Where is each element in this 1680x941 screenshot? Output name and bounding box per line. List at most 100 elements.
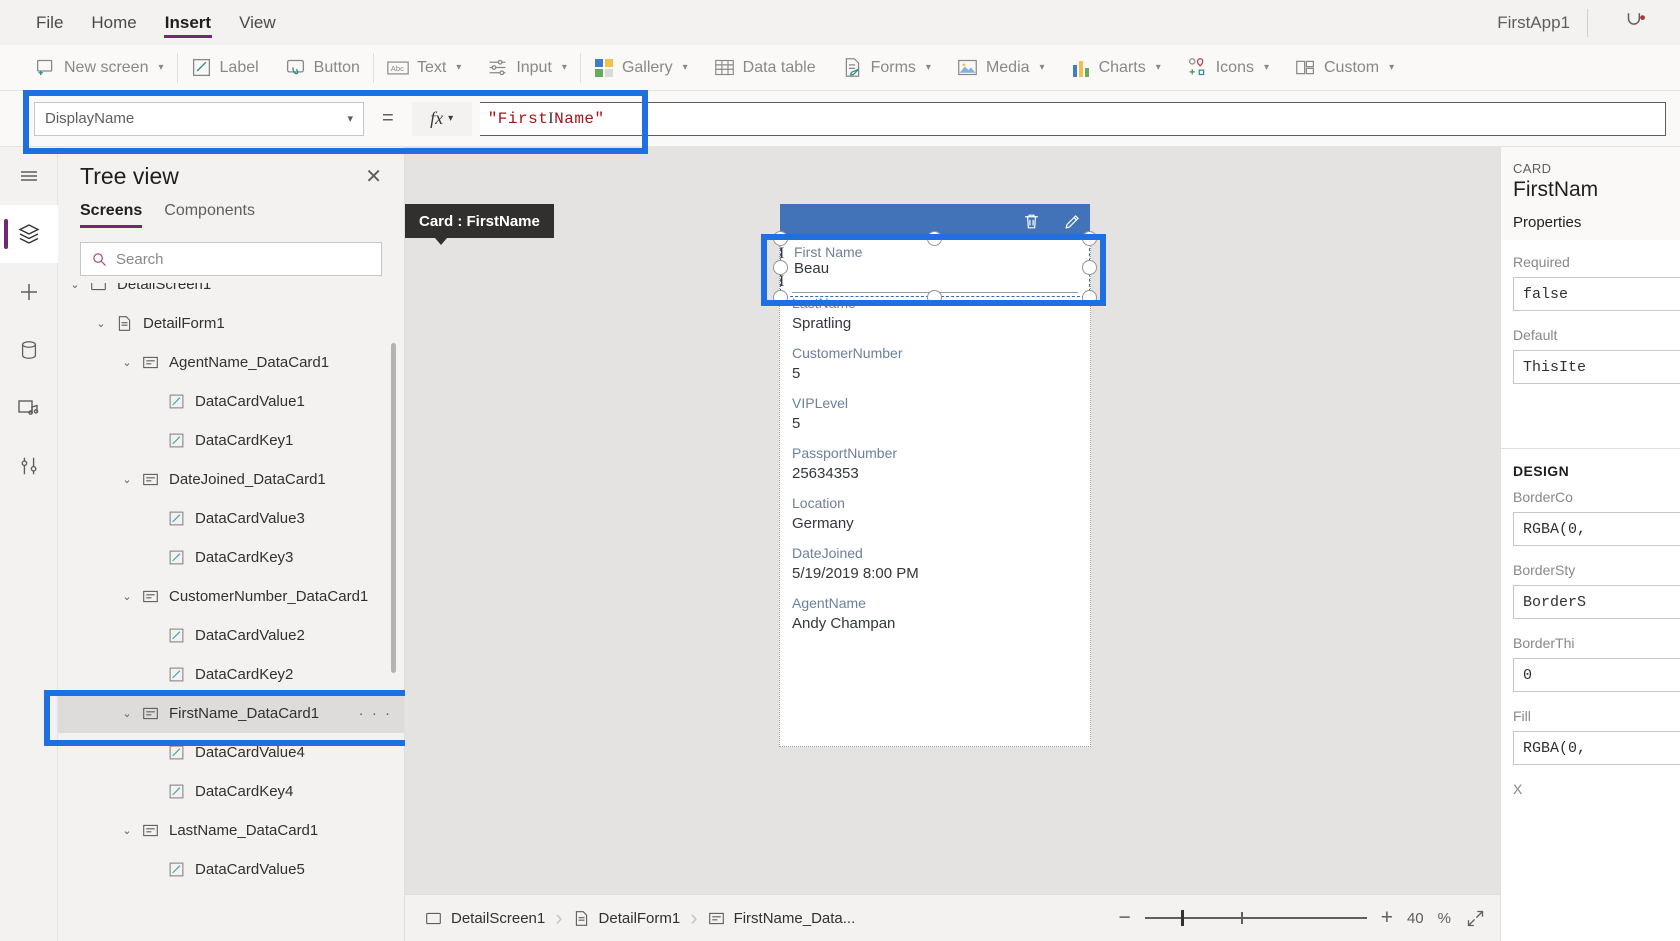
field-value-default[interactable]: ThisIte (1513, 350, 1680, 384)
tree-node[interactable]: DataCardKey1 (58, 421, 404, 460)
tree-node-selected[interactable]: ⌄ FirstName_DataCard1 · · · (58, 694, 404, 733)
resize-handle-bl[interactable] (773, 290, 788, 305)
field-value-borderthickness[interactable]: 0 (1513, 658, 1680, 692)
tree-node[interactable]: DataCardValue5 (58, 850, 404, 889)
tree-scrollbar[interactable] (391, 343, 396, 673)
tab-properties[interactable]: Properties (1513, 214, 1581, 240)
ribbon-media[interactable]: Media ▾ (944, 45, 1058, 91)
control-icon (164, 510, 188, 527)
zoom-slider-thumb[interactable] (1180, 910, 1184, 926)
fit-to-screen-icon[interactable] (1465, 908, 1486, 929)
tree-node-list[interactable]: ⌄ DetailScreen1 ⌄ DetailForm1 ⌄ AgentName_Dat… (58, 283, 404, 941)
data-sources-icon[interactable] (0, 321, 58, 379)
formula-input[interactable]: "First I Name" (479, 101, 1666, 136)
tab-screens[interactable]: Screens (80, 202, 143, 228)
ribbon-new-screen[interactable]: New screen ▾ (22, 45, 177, 91)
form-field-row[interactable]: PassportNumber 25634353 (792, 443, 1078, 484)
resize-handle-bc[interactable] (927, 290, 942, 305)
selected-data-card[interactable]: First Name Beau (782, 240, 1088, 295)
delete-card-icon[interactable] (1022, 212, 1041, 231)
tree-node[interactable]: ⌄ DetailScreen1 (58, 283, 404, 304)
form-field-row[interactable]: CustomerNumber 5 (792, 343, 1078, 384)
hamburger-menu-icon[interactable] (0, 147, 58, 205)
ribbon-button-button[interactable]: Button (272, 45, 373, 91)
search-input[interactable]: Search (80, 242, 382, 276)
media-library-icon[interactable] (0, 379, 58, 437)
field-label-default: Default (1513, 327, 1558, 343)
chevron-down-icon[interactable]: ⌄ (116, 824, 138, 837)
properties-panel-kicker: CARD (1513, 161, 1552, 176)
zoom-slider-track (1144, 917, 1367, 919)
menu-item-insert[interactable]: Insert (151, 0, 225, 45)
ribbon-data-table[interactable]: Data table (701, 45, 829, 91)
tree-node[interactable]: DataCardValue1 (58, 382, 404, 421)
tab-components[interactable]: Components (164, 202, 255, 228)
tree-node[interactable]: ⌄ AgentName_DataCard1 (58, 343, 404, 382)
user-account-icon[interactable] (1618, 6, 1652, 40)
screen-preview[interactable]: LastName Spratling CustomerNumber 5 VIPLevel… (779, 232, 1091, 747)
screen-icon (86, 283, 110, 293)
chevron-down-icon[interactable]: ⌄ (116, 590, 138, 603)
menu-item-file[interactable]: File (22, 0, 77, 45)
ribbon-input[interactable]: Input ▾ (474, 45, 580, 91)
tree-node-label: DataCardValue1 (195, 393, 305, 410)
chevron-down-icon[interactable]: ⌄ (90, 317, 112, 330)
zoom-slider[interactable] (1144, 908, 1367, 928)
close-icon[interactable]: ✕ (365, 164, 382, 189)
menu-item-home[interactable]: Home (77, 0, 150, 45)
property-selector[interactable]: DisplayName ▾ (34, 101, 364, 136)
resize-handle-tr[interactable] (1082, 231, 1097, 246)
ribbon-gallery[interactable]: Gallery ▾ (581, 45, 701, 91)
form-field-row[interactable]: AgentName Andy Champan (792, 593, 1078, 634)
resize-handle-tl[interactable] (773, 231, 788, 246)
field-value-bordercolor[interactable]: RGBA(0, (1513, 512, 1680, 546)
chevron-down-icon[interactable]: ⌄ (116, 707, 138, 720)
zoom-in-button[interactable]: + (1381, 906, 1393, 930)
tree-node[interactable]: ⌄ LastName_DataCard1 (58, 811, 404, 850)
edit-card-icon[interactable] (1063, 212, 1082, 231)
card-icon (138, 822, 162, 839)
tree-node[interactable]: ⌄ DateJoined_DataCard1 (58, 460, 404, 499)
resize-handle-mr[interactable] (1082, 260, 1097, 275)
tree-node[interactable]: ⌄ CustomerNumber_DataCard1 (58, 577, 404, 616)
tree-node[interactable]: DataCardValue3 (58, 499, 404, 538)
tree-view-panel: Tree view ✕ Screens Components Search ⌄ D… (58, 147, 405, 941)
breadcrumb-item-screen[interactable]: DetailScreen1 (415, 895, 555, 941)
tree-node[interactable]: ⌄ DetailForm1 (58, 304, 404, 343)
tree-node[interactable]: DataCardKey3 (58, 538, 404, 577)
tree-node[interactable]: DataCardValue4 (58, 733, 404, 772)
field-value-required[interactable]: false (1513, 277, 1680, 311)
tree-view-icon[interactable] (0, 205, 58, 263)
design-section: BorderCo RGBA(0, BorderSty BorderS Borde… (1501, 483, 1680, 812)
field-value-borderstyle[interactable]: BorderS (1513, 585, 1680, 619)
ribbon-custom[interactable]: Custom ▾ (1282, 45, 1407, 91)
chevron-down-icon[interactable]: ⌄ (116, 356, 138, 369)
field-value-fill[interactable]: RGBA(0, (1513, 731, 1680, 765)
chevron-down-icon[interactable]: ⌄ (64, 283, 86, 291)
advanced-tools-icon[interactable] (0, 437, 58, 495)
menu-item-view[interactable]: View (225, 0, 290, 45)
breadcrumb-item-form[interactable]: DetailForm1 (563, 895, 691, 941)
app-canvas[interactable]: LastName Spratling CustomerNumber 5 VIPLevel… (405, 147, 1500, 894)
breadcrumb-item-card[interactable]: FirstName_Data... (698, 895, 866, 941)
tree-node[interactable]: DataCardKey2 (58, 655, 404, 694)
form-field-row[interactable]: Location Germany (792, 493, 1078, 534)
tree-node[interactable]: DataCardKey4 (58, 772, 404, 811)
form-field-row[interactable]: DateJoined 5/19/2019 8:00 PM (792, 543, 1078, 584)
ribbon-forms[interactable]: Forms ▾ (829, 45, 944, 91)
chevron-down-icon[interactable]: ⌄ (116, 473, 138, 486)
insert-plus-icon[interactable] (0, 263, 58, 321)
ribbon-label-button[interactable]: Label (178, 45, 272, 91)
resize-handle-br[interactable] (1082, 290, 1097, 305)
zoom-out-button[interactable]: − (1118, 906, 1130, 930)
form-field-value: 5 (792, 365, 801, 382)
fx-button[interactable]: fx ▾ (411, 101, 472, 136)
form-field-row[interactable]: VIPLevel 5 (792, 393, 1078, 434)
ribbon-charts[interactable]: Charts ▾ (1058, 45, 1174, 91)
tree-node[interactable]: DataCardValue2 (58, 616, 404, 655)
tree-node-label: AgentName_DataCard1 (169, 354, 330, 371)
tree-node-more-icon[interactable]: · · · (359, 705, 392, 722)
ribbon-text[interactable]: Abc Text ▾ (374, 45, 474, 91)
ribbon-icons[interactable]: Icons ▾ (1174, 45, 1282, 91)
resize-handle-tc[interactable] (927, 231, 942, 246)
